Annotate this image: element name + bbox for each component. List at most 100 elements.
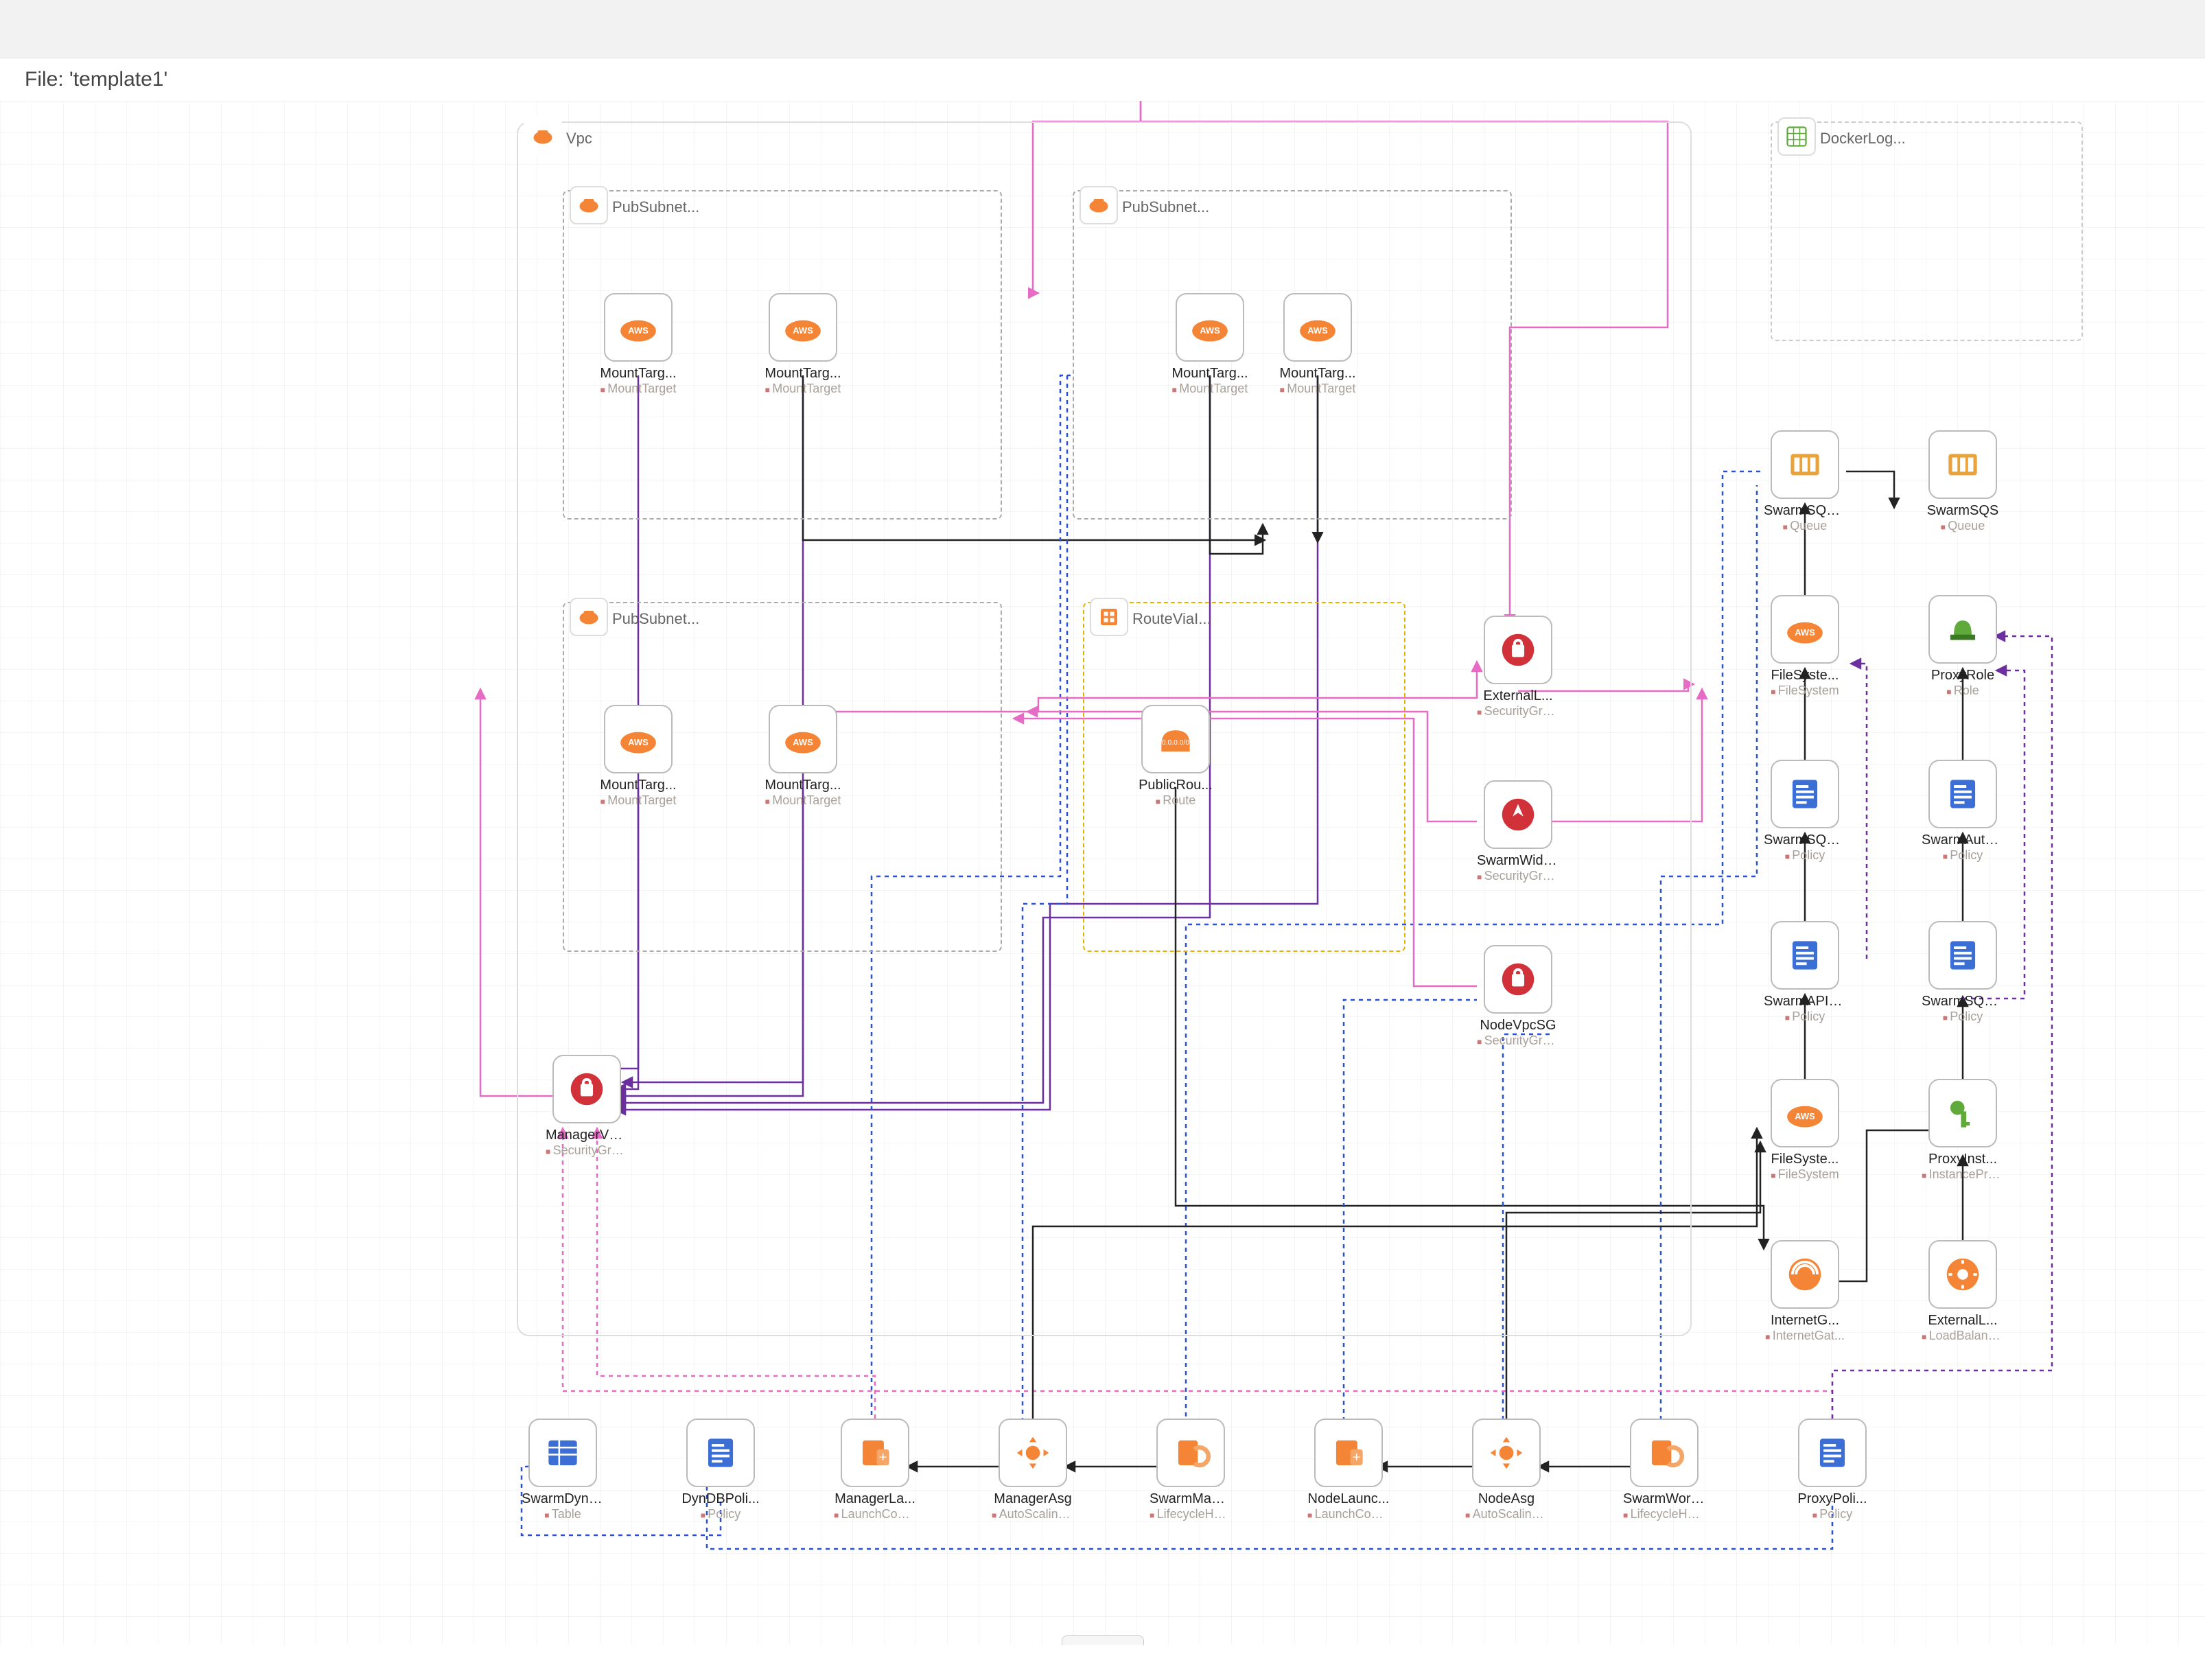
node-sqsQ[interactable]: SwarmSQSQueue [1922,430,2004,513]
group-label: PubSubnet... [612,198,699,216]
node-mgrLC[interactable]: ManagerLa...LaunchConfi... [834,1419,916,1501]
node-mgrSg[interactable]: ManagerVp...SecurityGroup [546,1055,628,1137]
node-prxP[interactable]: ProxyPoli...Policy [1791,1419,1874,1501]
group-rt[interactable]: RouteViaI... [1083,602,1405,952]
node-title: ProxyRole [1922,668,2004,684]
node-sqsrQ[interactable]: SwarmSQSC...Queue [1764,430,1846,513]
sg-icon [1484,616,1552,684]
node-subtitle: Queue [1764,519,1846,533]
node-nodeASG[interactable]: NodeAsgAutoScaling... [1465,1419,1548,1501]
node-title: ManagerLa... [834,1491,916,1507]
aws-icon [570,186,608,224]
node-title: SwarmSQSR... [1764,832,1846,848]
asg-icon [1472,1419,1541,1487]
node-title: MountTarg... [762,366,844,382]
node-subtitle: SecurityGroup [546,1143,628,1158]
node-dynP[interactable]: DynDBPoli...Policy [679,1419,762,1501]
node-nodeSg[interactable]: NodeVpcSGSecurityGroup [1477,945,1559,1027]
node-title: ExternalL... [1922,1313,2004,1329]
node-mt22[interactable]: MountTarg...MountTarget [1276,293,1359,375]
node-subtitle: LifecycleHook [1150,1507,1232,1521]
node-title: SwarmMana... [1150,1491,1232,1507]
sg-rocket-icon [1484,780,1552,849]
node-mgrLH[interactable]: SwarmMana...LifecycleHook [1150,1419,1232,1501]
panel-handle[interactable] [1062,1635,1144,1645]
node-title: SwarmSQS [1922,503,2004,519]
node-title: MountTarg... [597,778,679,793]
node-wideSg[interactable]: SwarmWide...SecurityGroup [1477,780,1559,863]
node-title: ManagerVp... [546,1128,628,1143]
node-subtitle: FileSystem [1764,1167,1846,1182]
node-role[interactable]: ProxyRoleRole [1922,595,2004,677]
node-title: SwarmSQSC... [1922,994,2004,1010]
aws-icon [1080,186,1118,224]
node-title: NodeAsg [1465,1491,1548,1507]
igw-icon [1771,1240,1839,1309]
node-mgrASG[interactable]: ManagerAsgAutoScaling... [992,1419,1074,1501]
node-subtitle: LaunchConfi... [1307,1507,1390,1521]
node-subtitle: SecurityGroup [1477,704,1559,719]
node-subtitle: Policy [1764,848,1846,863]
lc-icon [1314,1419,1383,1487]
node-subtitle: MountTarget [1169,382,1251,396]
node-inst[interactable]: ProxyInst...InstancePro... [1922,1079,2004,1161]
node-fs2[interactable]: FileSyste...FileSystem [1764,1079,1846,1161]
node-title: DynDBPoli... [679,1491,762,1507]
node-polSR[interactable]: SwarmSQSR...Policy [1764,760,1846,842]
lc-icon [841,1419,909,1487]
node-polAS[interactable]: SwarmAuto...Policy [1922,760,2004,842]
group-label: PubSubnet... [1122,198,1209,216]
node-polSC[interactable]: SwarmSQSC...Policy [1922,921,2004,1003]
group-label: RouteViaI... [1132,610,1211,628]
node-mt31[interactable]: MountTarg...MountTarget [597,705,679,787]
policy-icon [1771,921,1839,990]
node-polAP[interactable]: SwarmAPIP...Policy [1764,921,1846,1003]
node-mt32[interactable]: MountTarg...MountTarget [762,705,844,787]
node-title: SwarmSQSC... [1764,503,1846,519]
node-title: MountTarg... [762,778,844,793]
node-title: ManagerAsg [992,1491,1074,1507]
node-fs1[interactable]: FileSyste...FileSystem [1764,595,1846,677]
node-subtitle: FileSystem [1764,684,1846,698]
node-dynT[interactable]: SwarmDynD...Table [522,1419,604,1501]
node-nodeLH[interactable]: SwarmWork...LifecycleHook [1623,1419,1705,1501]
node-mt21[interactable]: MountTarg...MountTarget [1169,293,1251,375]
node-title: PublicRou... [1134,778,1217,793]
node-title: SwarmWide... [1477,853,1559,869]
node-subtitle: MountTarget [597,382,679,396]
node-nodeLC[interactable]: NodeLaunc...LaunchConfi... [1307,1419,1390,1501]
node-title: MountTarg... [1169,366,1251,382]
sg-icon [552,1055,621,1123]
node-subtitle: Route [1134,793,1217,808]
node-title: ProxyInst... [1922,1152,2004,1167]
node-subtitle: Policy [1922,1010,2004,1024]
group-docker[interactable]: DockerLog... [1771,121,2083,341]
node-title: SwarmWork... [1623,1491,1705,1507]
aws-cloud-icon [604,293,673,362]
node-subtitle: Policy [1791,1507,1874,1521]
node-subtitle: Policy [1922,848,2004,863]
sqs-icon [1928,430,1997,499]
route-icon [1090,598,1128,636]
sg-icon [1484,945,1552,1014]
node-mt11[interactable]: MountTarg...MountTarget [597,293,679,375]
node-extSg[interactable]: ExternalL...SecurityGroup [1477,616,1559,698]
node-mt12[interactable]: MountTarg...MountTarget [762,293,844,375]
node-elb[interactable]: ExternalL...LoadBalancer [1922,1240,2004,1322]
sqs-icon [1771,430,1839,499]
lh-icon [1630,1419,1699,1487]
lh-icon [1156,1419,1225,1487]
node-igw[interactable]: InternetG...InternetGat... [1764,1240,1846,1322]
node-route[interactable]: PublicRou...Route [1134,705,1217,787]
designer-canvas[interactable]: VpcPubSubnet...PubSubnet...PubSubnet...R… [0,101,2205,1645]
asg-icon [999,1419,1067,1487]
node-subtitle: InstancePro... [1922,1167,2004,1182]
aws-icon [570,598,608,636]
node-subtitle: MountTarget [762,382,844,396]
aws-cloud-icon [769,705,837,773]
node-subtitle: MountTarget [1276,382,1359,396]
node-subtitle: LifecycleHook [1623,1507,1705,1521]
node-title: FileSyste... [1764,668,1846,684]
aws-cloud-icon [1771,1079,1839,1147]
node-subtitle: InternetGat... [1764,1329,1846,1343]
